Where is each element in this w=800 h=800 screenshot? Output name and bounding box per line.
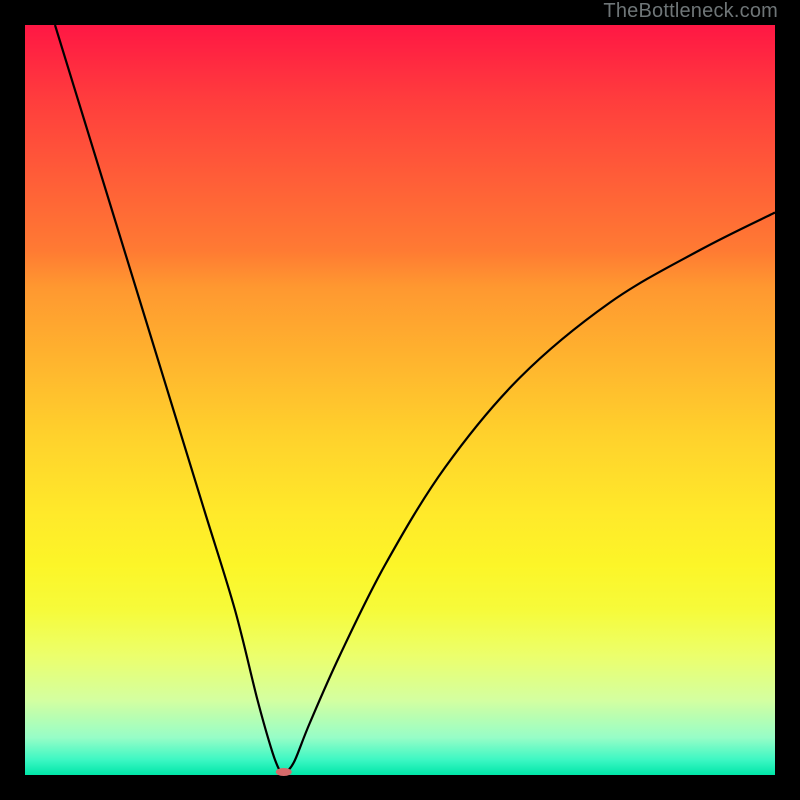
chart-frame: TheBottleneck.com (0, 0, 800, 800)
bottleneck-curve (55, 25, 775, 775)
minimum-marker (276, 768, 292, 776)
watermark-text: TheBottleneck.com (603, 0, 778, 23)
plot-area (25, 25, 775, 775)
curve-svg (25, 25, 775, 775)
